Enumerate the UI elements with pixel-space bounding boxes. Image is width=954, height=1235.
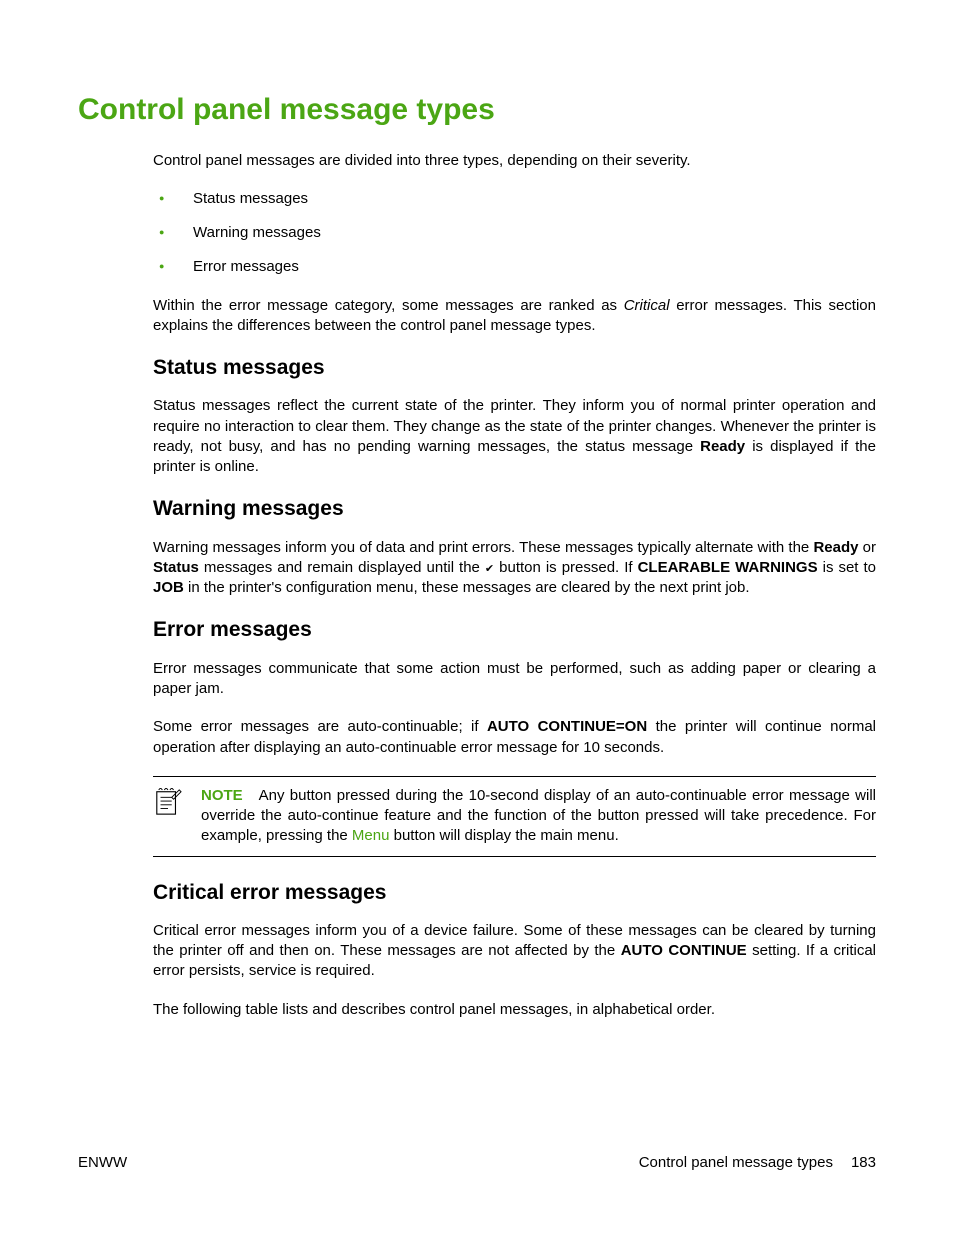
status-paragraph: Status messages reflect the current stat… <box>153 396 876 477</box>
page-number: 183 <box>851 1153 876 1173</box>
menu-button-reference: Menu <box>352 827 390 844</box>
footer-left: ENWW <box>78 1153 127 1173</box>
error-paragraph-2: Some error messages are auto-continuable… <box>153 717 876 758</box>
page-title: Control panel message types <box>78 90 876 131</box>
critical-paragraph-1: Critical error messages inform you of a … <box>153 921 876 982</box>
note-text: NOTE Any button pressed during the 10-se… <box>201 786 876 847</box>
message-types-list: Status messages Warning messages Error m… <box>153 189 876 278</box>
warning-paragraph: Warning messages inform you of data and … <box>153 538 876 599</box>
list-item: Error messages <box>153 257 876 277</box>
warning-heading: Warning messages <box>153 495 876 523</box>
intro-paragraph: Control panel messages are divided into … <box>153 151 876 171</box>
check-icon: ✔ <box>485 563 494 575</box>
note-icon <box>153 786 201 847</box>
critical-heading: Critical error messages <box>153 879 876 907</box>
footer-section-name: Control panel message types <box>639 1153 833 1173</box>
error-paragraph-1: Error messages communicate that some act… <box>153 659 876 700</box>
page-footer: ENWW Control panel message types 183 <box>78 1153 876 1173</box>
status-heading: Status messages <box>153 354 876 382</box>
error-heading: Error messages <box>153 616 876 644</box>
critical-paragraph-2: The following table lists and describes … <box>153 1000 876 1020</box>
intro-paragraph-2: Within the error message category, some … <box>153 296 876 337</box>
note-box: NOTE Any button pressed during the 10-se… <box>153 776 876 857</box>
list-item: Warning messages <box>153 223 876 243</box>
content-body: Control panel messages are divided into … <box>78 151 876 1020</box>
list-item: Status messages <box>153 189 876 209</box>
